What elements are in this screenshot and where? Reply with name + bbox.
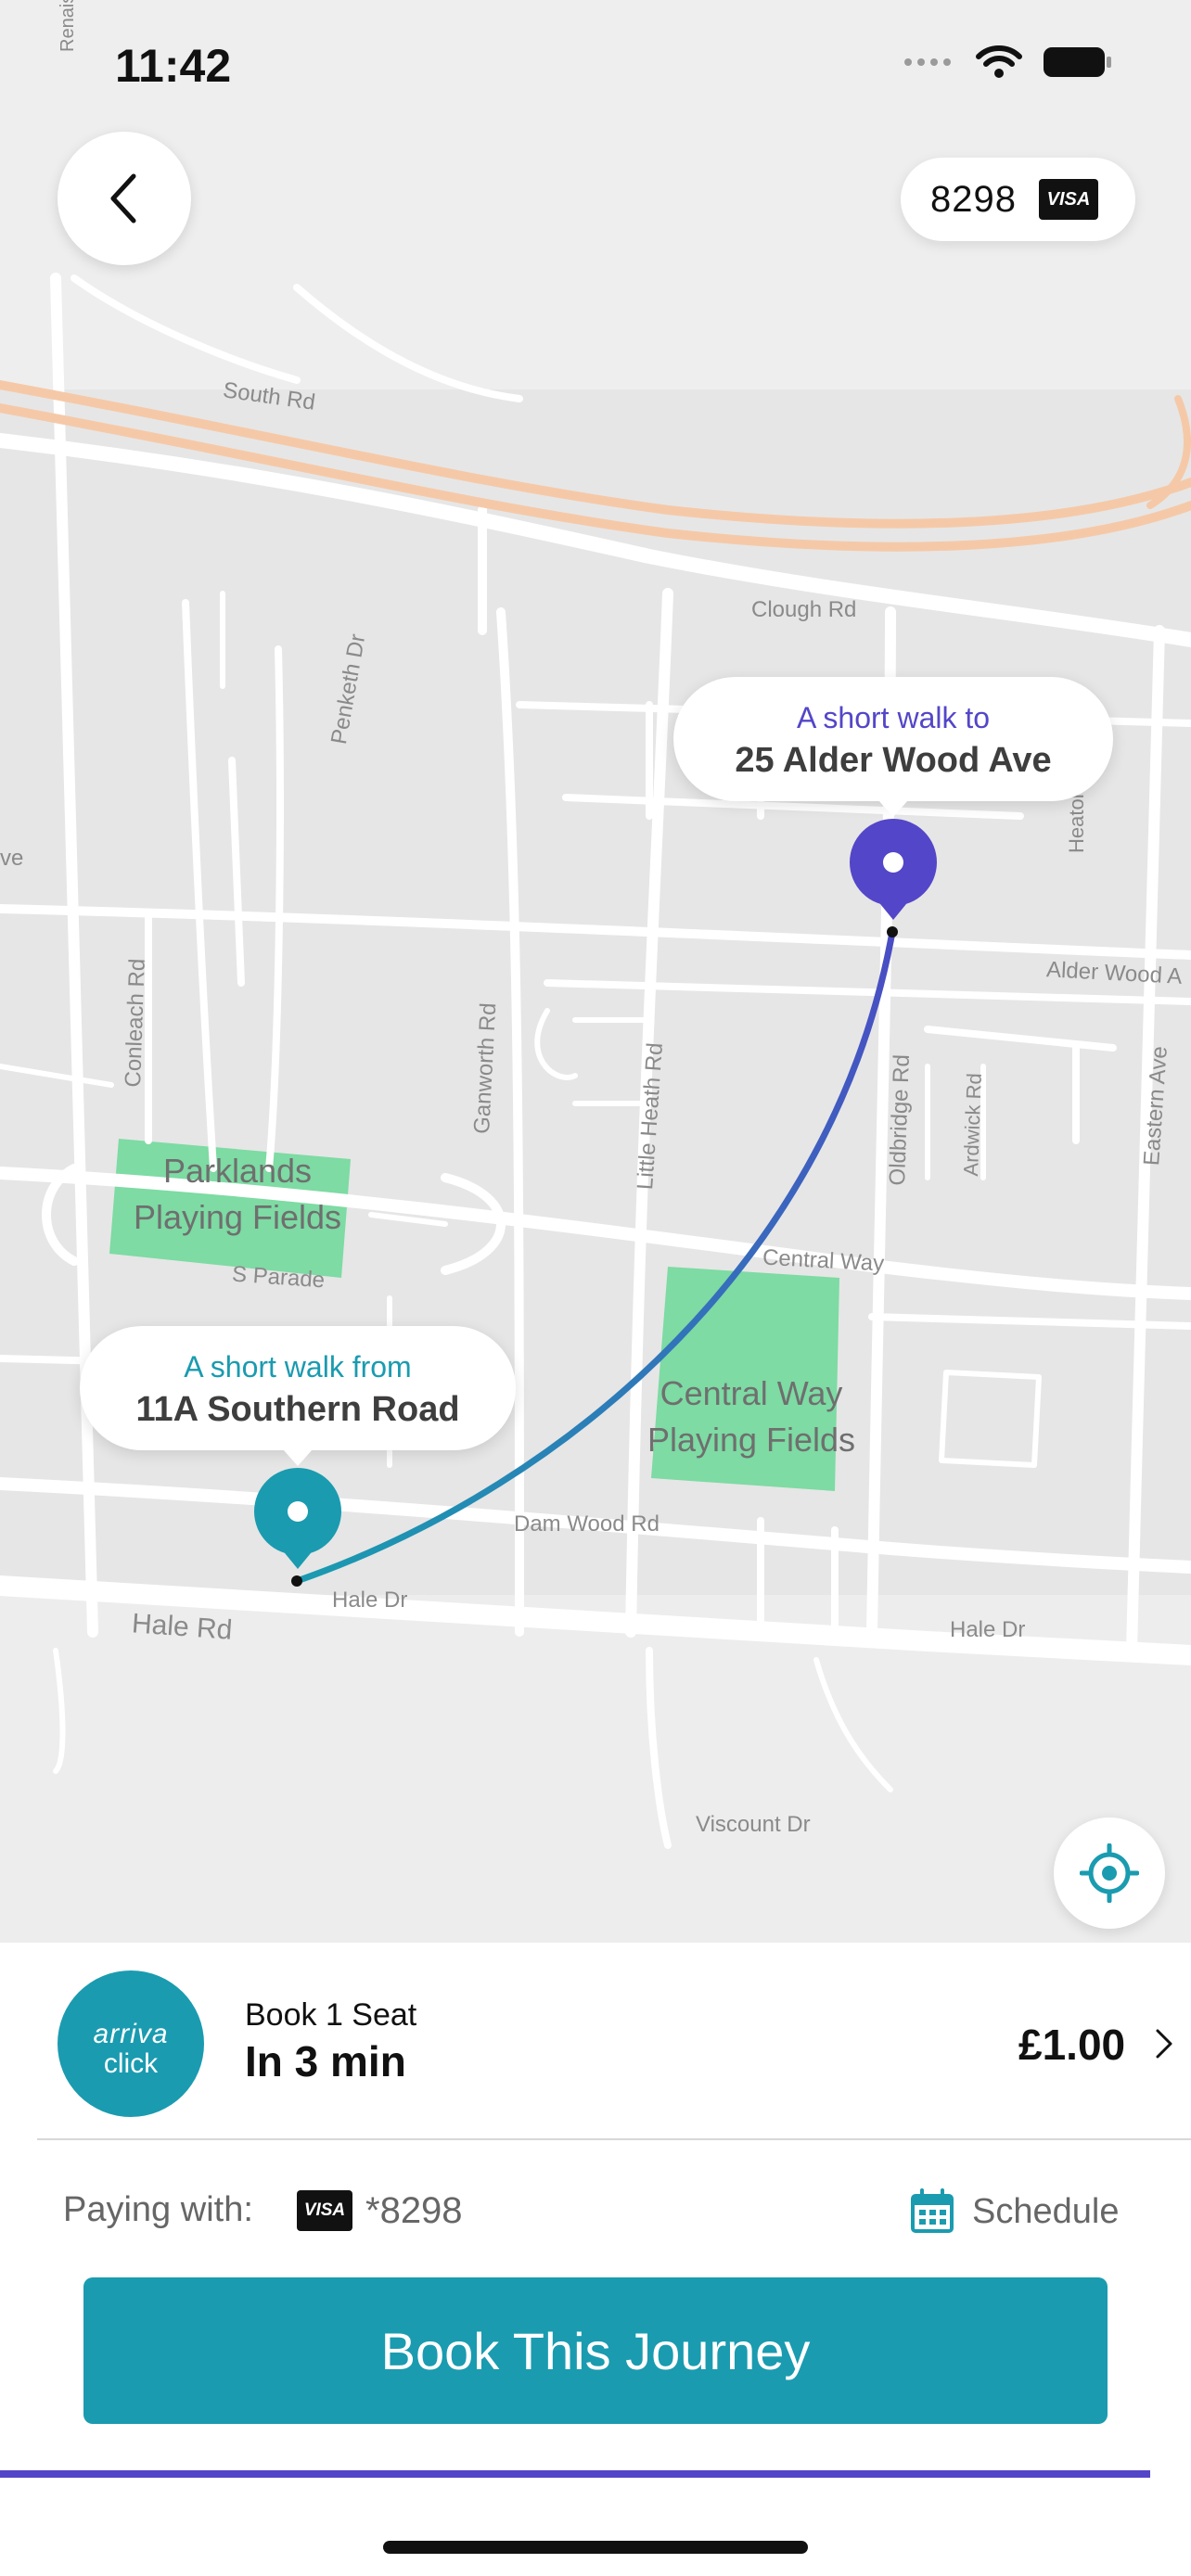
- cellular-signal-icon: [904, 58, 951, 66]
- card-last4: 8298: [930, 178, 1017, 220]
- payment-card-chip[interactable]: 8298 VISA: [901, 158, 1135, 241]
- paying-card-number[interactable]: *8298: [365, 2190, 463, 2232]
- home-indicator[interactable]: [383, 2541, 808, 2554]
- map-canvas: [0, 0, 1191, 1943]
- road-label: Oldbridge Rd: [885, 1053, 915, 1186]
- book-journey-button[interactable]: Book This Journey: [83, 2277, 1108, 2424]
- divider: [37, 2138, 1191, 2140]
- eta-label: In 3 min: [245, 2037, 406, 2085]
- road-label: Hale Dr: [332, 1588, 408, 1613]
- chevron-left-icon: [110, 173, 136, 223]
- brand-line1: arriva: [93, 2019, 169, 2049]
- arriva-click-logo: arriva click: [58, 1970, 204, 2117]
- locate-me-button[interactable]: [1054, 1817, 1165, 1929]
- park-label-parklands: Parklands Playing Fields: [133, 1152, 342, 1236]
- route-start-dot: [291, 1575, 302, 1587]
- status-time: 11:42: [115, 40, 232, 92]
- road-label: Conleach Rd: [121, 958, 150, 1088]
- callout-tail: [878, 800, 908, 817]
- seats-label: Book 1 Seat: [245, 1997, 417, 2033]
- paying-with-label: Paying with:: [63, 2190, 253, 2229]
- calendar-icon: [911, 2188, 954, 2233]
- visa-icon: VISA: [1039, 179, 1098, 220]
- road-label: Ardwick Rd: [959, 1072, 986, 1177]
- brand-line2: click: [103, 2048, 159, 2079]
- origin-address: 11A Southern Road: [135, 1390, 460, 1429]
- accent-line: [0, 2470, 1150, 2478]
- route-end-dot: [887, 926, 898, 937]
- road-label: Clough Rd: [751, 597, 857, 622]
- park-label-central-way: Central Way Playing Fields: [647, 1374, 856, 1459]
- map-view[interactable]: Renaissance South Rd Clough Rd Penketh D…: [0, 0, 1191, 1943]
- origin-caption: A short walk from: [184, 1350, 412, 1384]
- road-label: Hale Dr: [950, 1617, 1026, 1642]
- destination-callout[interactable]: A short walk to 25 Alder Wood Ave: [673, 677, 1113, 801]
- visa-icon: VISA: [297, 2190, 352, 2231]
- road-label: Dam Wood Rd: [514, 1511, 660, 1537]
- destination-caption: A short walk to: [796, 701, 991, 734]
- status-icons: [903, 45, 1113, 80]
- crosshair-icon: [1080, 1843, 1139, 1903]
- wifi-icon: [976, 45, 1022, 78]
- callout-tail: [283, 1449, 313, 1466]
- battery-icon: [1044, 47, 1111, 77]
- back-button[interactable]: [58, 132, 191, 265]
- destination-address: 25 Alder Wood Ave: [735, 741, 1052, 780]
- origin-callout[interactable]: A short walk from 11A Southern Road: [80, 1326, 516, 1450]
- road-label: Renaissance: [58, 0, 79, 52]
- road-label: Viscount Dr: [696, 1812, 811, 1837]
- price-label[interactable]: £1.00: [1018, 2020, 1125, 2070]
- schedule-label: Schedule: [972, 2191, 1120, 2231]
- chevron-right-icon[interactable]: [1154, 2027, 1174, 2060]
- schedule-button[interactable]: Schedule: [909, 2188, 1119, 2235]
- road-label: ve: [0, 846, 24, 871]
